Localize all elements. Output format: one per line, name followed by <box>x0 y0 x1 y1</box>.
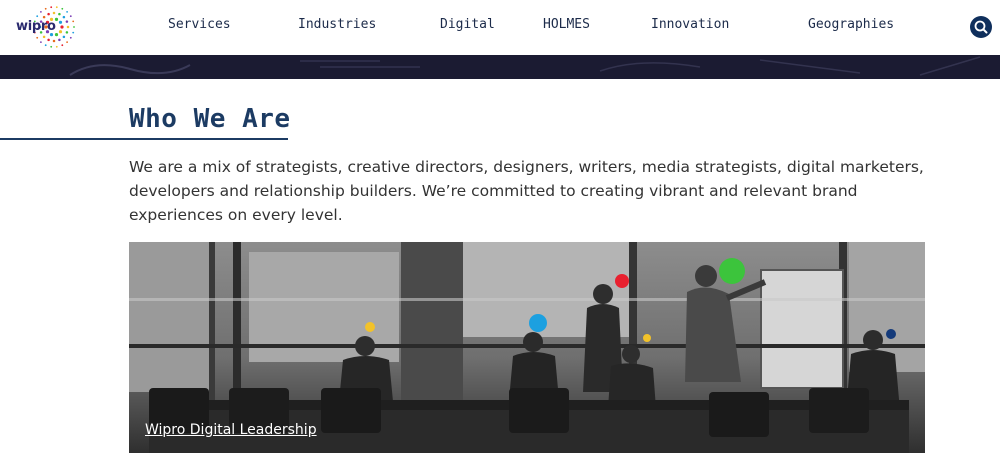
navy-dot <box>886 329 896 339</box>
nav-geographies[interactable]: Geographies <box>808 17 894 32</box>
wipro-logo[interactable]: wipro <box>16 4 78 50</box>
leadership-photo[interactable]: Wipro Digital Leadership <box>129 242 925 453</box>
search-icon <box>974 20 988 34</box>
nav-digital[interactable]: Digital <box>440 17 495 32</box>
page-title: Who We Are <box>129 104 291 134</box>
nav-holmes[interactable]: HOLMES <box>543 17 590 32</box>
logo-text: wipro <box>16 19 56 34</box>
search-button[interactable] <box>970 16 992 38</box>
title-underline <box>0 138 288 140</box>
blue-dot <box>529 314 547 332</box>
nav-innovation[interactable]: Innovation <box>651 17 729 32</box>
intro-paragraph: We are a mix of strategists, creative di… <box>129 158 924 224</box>
small-yellow-dot <box>643 334 651 342</box>
yellow-dot <box>365 322 375 332</box>
nav-industries[interactable]: Industries <box>298 17 376 32</box>
photo-caption-link[interactable]: Wipro Digital Leadership <box>145 422 317 438</box>
nav-services[interactable]: Services <box>168 17 231 32</box>
hero-banner-strip <box>0 55 1000 79</box>
green-dot <box>719 258 745 284</box>
red-dot <box>615 274 629 288</box>
site-header: wipro Services Industries Digital HOLMES… <box>0 0 1000 55</box>
